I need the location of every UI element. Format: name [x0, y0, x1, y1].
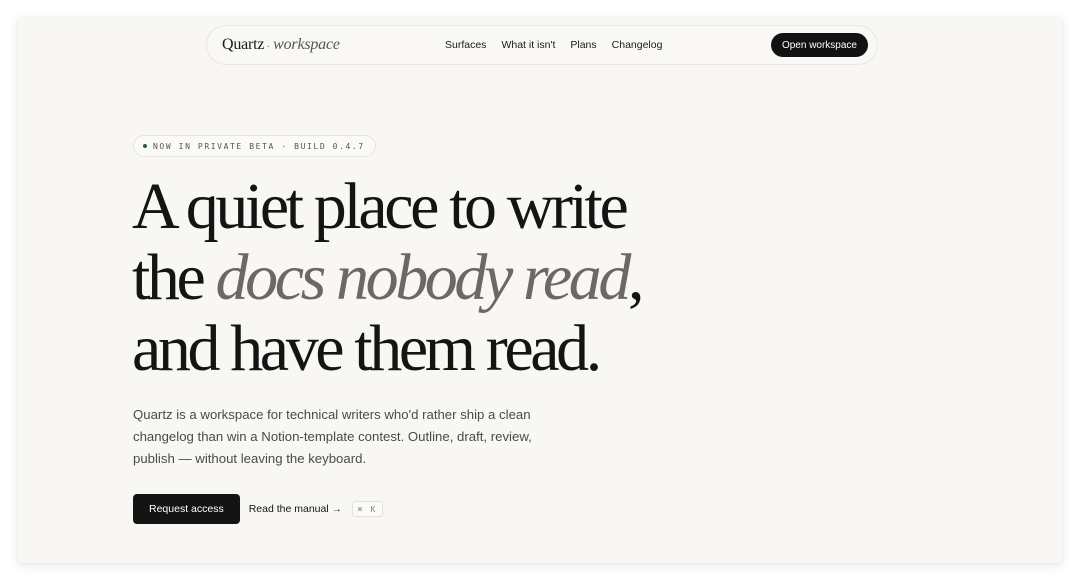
page-frame: Quartz · workspace Surfaces What it isn'…: [18, 18, 1062, 563]
brand-name: Quartz: [222, 36, 265, 53]
brand-logo[interactable]: Quartz · workspace: [222, 26, 340, 64]
status-badge: NOW IN PRIVATE BETA · BUILD 0.4.7: [133, 135, 376, 157]
headline-line-1: A quiet place to write: [132, 170, 629, 243]
hero-description: Quartz is a workspace for technical writ…: [133, 407, 532, 466]
read-manual-label: Read the manual: [248, 503, 329, 515]
headline-line-2: the docs nobody read,: [132, 241, 645, 314]
arrow-right-icon: →: [331, 503, 342, 515]
badge-text: NOW IN PRIVATE BETA · BUILD 0.4.7: [153, 141, 365, 151]
read-manual-link[interactable]: Read the manual →: [249, 503, 342, 515]
open-workspace-button[interactable]: Open workspace: [770, 33, 868, 57]
keyboard-shortcut-hint: ⌘ K: [351, 501, 384, 517]
nav-links: Surfaces What it isn't Plans Changelog: [445, 26, 662, 64]
headline-line-2-post: ,: [627, 241, 645, 314]
brand-subtitle: workspace: [273, 36, 340, 53]
nav-link-plans[interactable]: Plans: [570, 39, 596, 51]
page-title: A quiet place to write the docs nobody r…: [132, 170, 645, 385]
headline-line-3: and have them read.: [132, 312, 602, 385]
nav-link-changelog[interactable]: Changelog: [612, 39, 663, 51]
headline-emphasis: docs nobody read: [215, 241, 632, 314]
request-access-button[interactable]: Request access: [133, 494, 240, 524]
top-nav: Quartz · workspace Surfaces What it isn'…: [206, 25, 878, 65]
brand-separator: ·: [266, 38, 271, 53]
headline-line-2-pre: the: [132, 241, 216, 314]
status-dot-icon: [143, 144, 147, 148]
hero-actions: Request access Read the manual → ⌘ K: [133, 494, 384, 524]
nav-link-what-it-isnt[interactable]: What it isn't: [501, 39, 555, 51]
nav-link-surfaces[interactable]: Surfaces: [445, 39, 486, 51]
